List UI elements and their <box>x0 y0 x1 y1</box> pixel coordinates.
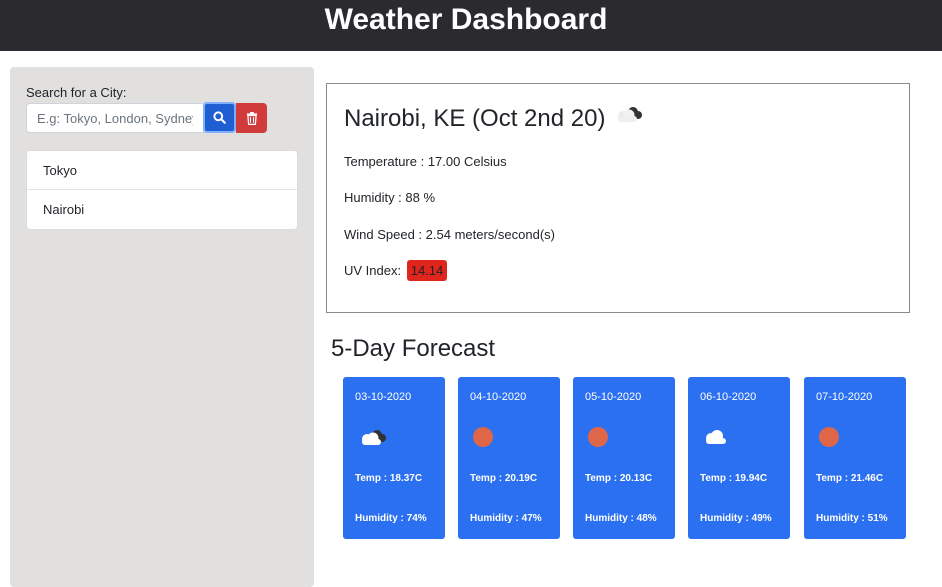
history-item-nairobi[interactable]: Nairobi <box>27 190 297 229</box>
forecast-temp: Temp : 18.37C <box>355 473 423 484</box>
forecast-temp: Temp : 20.19C <box>470 473 538 484</box>
sun-icon <box>818 427 839 447</box>
page-title: Weather Dashboard <box>324 3 608 36</box>
forecast-humidity: Humidity : 74% <box>355 513 427 524</box>
trash-icon <box>246 111 257 125</box>
sun-icon <box>587 427 608 447</box>
current-wind-speed: Wind Speed : 2.54 meters/second(s) <box>344 227 555 242</box>
cloudy-icon <box>613 104 643 133</box>
forecast-humidity: Humidity : 47% <box>470 513 542 524</box>
forecast-date: 04-10-2020 <box>470 391 527 403</box>
forecast-temp: Temp : 20.13C <box>585 473 653 484</box>
forecast-humidity: Humidity : 49% <box>700 513 772 524</box>
search-history-list: Tokyo Nairobi <box>26 150 298 230</box>
search-button[interactable] <box>203 102 236 133</box>
current-uv-row: UV Index: 14.14 <box>344 260 448 281</box>
uv-index-badge: 14.14 <box>406 260 448 281</box>
current-humidity: Humidity : 88 % <box>344 190 436 205</box>
uv-label: UV Index: <box>344 263 402 278</box>
forecast-card: 04-10-2020 Temp : 20.19C Humidity : 47% <box>458 377 560 539</box>
history-item-tokyo[interactable]: Tokyo <box>27 151 297 190</box>
current-temperature: Temperature : 17.00 Celsius <box>344 154 507 169</box>
forecast-card: 07-10-2020 Temp : 21.46C Humidity : 51% <box>804 377 906 539</box>
forecast-temp: Temp : 19.94C <box>700 473 768 484</box>
current-city-heading: Nairobi, KE (Oct 2nd 20) <box>344 104 643 133</box>
forecast-card: 03-10-2020 Temp : 18.37C Humidity : 74% <box>343 377 445 539</box>
current-city-title: Nairobi, KE (Oct 2nd 20) <box>344 104 606 132</box>
search-sidebar: Search for a City: Tokyo Nairobi <box>10 67 314 587</box>
cloud-icon <box>702 427 730 452</box>
forecast-temp: Temp : 21.46C <box>816 473 884 484</box>
forecast-date: 05-10-2020 <box>585 391 642 403</box>
forecast-date: 03-10-2020 <box>355 391 412 403</box>
forecast-title: 5-Day Forecast <box>331 335 496 362</box>
forecast-date: 07-10-2020 <box>816 391 873 403</box>
forecast-humidity: Humidity : 48% <box>585 513 657 524</box>
forecast-card: 06-10-2020 Temp : 19.94C Humidity : 49% <box>688 377 790 539</box>
search-label: Search for a City: <box>26 85 127 100</box>
search-icon <box>213 111 226 124</box>
cloudy-icon <box>357 427 387 454</box>
forecast-humidity: Humidity : 51% <box>816 513 888 524</box>
current-weather-card: Nairobi, KE (Oct 2nd 20) Temperature : 1… <box>326 83 910 313</box>
sun-icon <box>472 427 493 447</box>
forecast-date: 06-10-2020 <box>700 391 757 403</box>
top-bar: Weather Dashboard <box>0 0 942 51</box>
city-search-input[interactable] <box>26 103 204 133</box>
clear-history-button[interactable] <box>236 103 267 133</box>
forecast-card: 05-10-2020 Temp : 20.13C Humidity : 48% <box>573 377 675 539</box>
